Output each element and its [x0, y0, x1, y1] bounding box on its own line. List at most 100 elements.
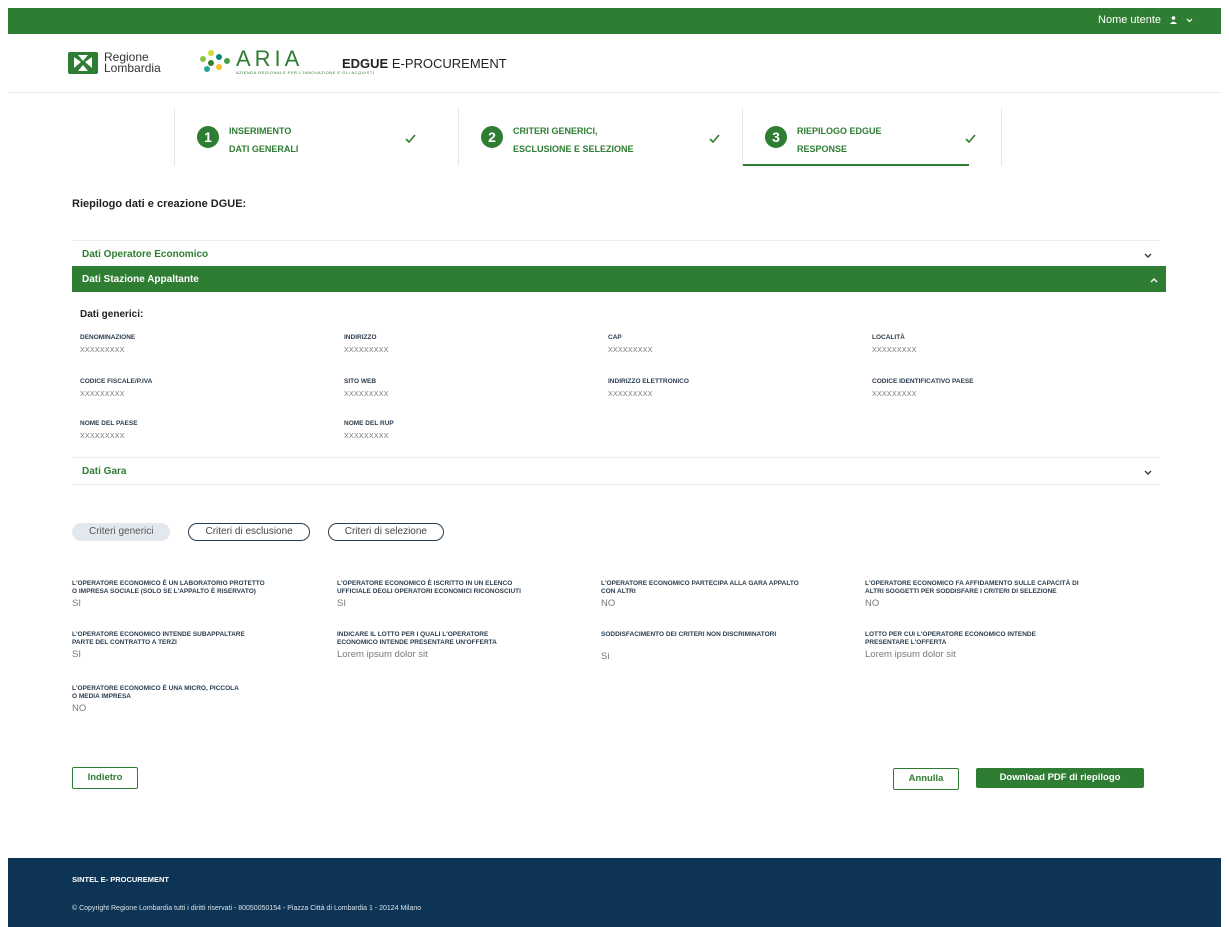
cancel-button[interactable]: Annulla — [893, 768, 959, 790]
footer-copyright: © Copyright Regione Lombardia tutti i di… — [72, 905, 422, 912]
criterion-value: Si — [601, 651, 610, 662]
back-button[interactable]: Indietro — [72, 767, 138, 789]
field-label: CODICE FISCALE/P.IVA — [80, 378, 153, 385]
chevron-down-icon — [1144, 250, 1152, 261]
criterion-label-line1: L'OPERATORE ECONOMICO È UN LABORATORIO P… — [72, 580, 265, 587]
field-label: SITO WEB — [344, 378, 377, 385]
criterion-label-line1: L'OPERATORE ECONOMICO È UNA MICRO, PICCO… — [72, 685, 239, 692]
criterion-item: L'OPERATORE ECONOMICO PARTECIPA ALLA GAR… — [601, 580, 841, 609]
accordion-dati-operatore[interactable]: Dati Operatore Economico — [72, 240, 1160, 268]
field-codice-fiscale: CODICE FISCALE/P.IVA XXXXXXXXX — [80, 378, 152, 398]
check-icon — [965, 130, 976, 148]
field-nome-paese: NOME DEL PAESE XXXXXXXXX — [80, 420, 138, 440]
criterion-label-line1: LOTTO PER CUI L'OPERATORE ECONOMICO INTE… — [865, 631, 1036, 638]
field-label: CODICE IDENTIFICATIVO PAESE — [872, 378, 974, 385]
page-title: Riepilogo dati e creazione DGUE: — [72, 198, 247, 210]
chevron-up-icon — [1150, 275, 1158, 286]
field-value: XXXXXXXXX — [872, 347, 917, 354]
field-codice-paese: CODICE IDENTIFICATIVO PAESE XXXXXXXXX — [872, 378, 974, 398]
criterion-label-line2: ALTRI SOGGETTI PER SODDISFARE I CRITERI … — [865, 588, 1057, 595]
criterion-label-line2: PARTE DEL CONTRATTO A TERZI — [72, 639, 177, 646]
accordion-title: Dati Gara — [82, 466, 127, 477]
chevron-down-icon — [1144, 467, 1152, 478]
footer: SINTEL E- PROCUREMENT © Copyright Region… — [8, 858, 1221, 927]
criterion-value: NO — [72, 703, 87, 714]
criterion-label-line1: L'OPERATORE ECONOMICO FA AFFIDAMENTO SUL… — [865, 580, 1079, 587]
criterion-item: L'OPERATORE ECONOMICO FA AFFIDAMENTO SUL… — [865, 580, 1135, 609]
app-title-rest: E-PROCUREMENT — [388, 56, 507, 71]
step-label-line2: DATI GENERALI — [229, 144, 299, 154]
criterion-value: NO — [865, 598, 880, 609]
accordion-dati-stazione[interactable]: Dati Stazione Appaltante — [72, 266, 1166, 292]
step-number: 1 — [197, 126, 219, 148]
criterion-item: L'OPERATORE ECONOMICO È UNA MICRO, PICCO… — [72, 685, 312, 714]
field-label: INDIRIZZO — [344, 334, 377, 341]
regione-lombardia-emblem-icon — [68, 52, 98, 74]
criterion-label-line2: PRESENTARE L'OFFERTA — [865, 639, 947, 646]
field-label: NOME DEL RUP — [344, 420, 394, 427]
field-sito-web: SITO WEB XXXXXXXXX — [344, 378, 389, 398]
step-3[interactable]: 3 RIEPILOGO EDGUE RESPONSE — [742, 108, 1002, 166]
field-denominazione: DENOMINAZIONE XXXXXXXXX — [80, 334, 135, 354]
field-value: XXXXXXXXX — [80, 433, 125, 440]
criterion-value: SI — [337, 598, 346, 609]
field-value: XXXXXXXXX — [344, 347, 389, 354]
step-2[interactable]: 2 CRITERI GENERICI, ESCLUSIONE E SELEZIO… — [458, 108, 742, 166]
step-label-line1: INSERIMENTO — [229, 126, 292, 136]
step-1[interactable]: 1 INSERIMENTO DATI GENERALI — [174, 108, 458, 166]
tab-criteri-esclusione[interactable]: Criteri di esclusione — [188, 523, 310, 541]
step-label-line1: CRITERI GENERICI, — [513, 126, 598, 136]
field-label: NOME DEL PAESE — [80, 420, 138, 427]
criterion-label-line1: L'OPERATORE ECONOMICO INTENDE SUBAPPALTA… — [72, 631, 245, 638]
download-pdf-button[interactable]: Download PDF di riepilogo — [976, 768, 1144, 788]
field-value: XXXXXXXXX — [80, 391, 125, 398]
criteria-tabs: Criteri generici Criteri di esclusione C… — [72, 523, 444, 541]
field-indirizzo: INDIRIZZO XXXXXXXXX — [344, 334, 389, 354]
panel-subtitle: Dati generici: — [80, 309, 144, 320]
criterion-item: LOTTO PER CUI L'OPERATORE ECONOMICO INTE… — [865, 631, 1105, 660]
field-label: CAP — [608, 334, 622, 341]
check-icon — [405, 130, 416, 148]
wizard-steps: 1 INSERIMENTO DATI GENERALI 2 CRITERI GE… — [174, 108, 1034, 166]
field-value: XXXXXXXXX — [608, 391, 653, 398]
active-step-underline — [743, 164, 969, 166]
logo-regione-line2: Lombardia — [104, 61, 161, 75]
tab-criteri-selezione[interactable]: Criteri di selezione — [327, 523, 444, 541]
accordion-title: Dati Stazione Appaltante — [82, 274, 199, 285]
accordion-title: Dati Operatore Economico — [82, 249, 209, 260]
criterion-item: INDICARE IL LOTTO PER I QUALI L'OPERATOR… — [337, 631, 577, 660]
footer-title: SINTEL E- PROCUREMENT — [72, 875, 169, 884]
field-value: XXXXXXXXX — [80, 347, 125, 354]
aria-dots-icon — [200, 48, 232, 74]
step-label-line2: ESCLUSIONE E SELEZIONE — [513, 144, 634, 154]
field-label: DENOMINAZIONE — [80, 334, 136, 341]
criterion-label-line1: L'OPERATORE ECONOMICO È ISCRITTO IN UN E… — [337, 580, 513, 587]
criterion-value: SI — [72, 598, 81, 609]
criterion-label-line2: O IMPRESA SOCIALE (SOLO SE L'APPALTO È R… — [72, 588, 256, 595]
field-value: XXXXXXXXX — [344, 391, 389, 398]
accordion-dati-gara[interactable]: Dati Gara — [72, 457, 1160, 485]
field-label: LOCALITÀ — [872, 334, 905, 341]
user-icon — [1169, 16, 1178, 24]
tab-criteri-generici[interactable]: Criteri generici — [72, 523, 171, 541]
app-title: EDGUE E-PROCUREMENT — [342, 56, 507, 71]
criterion-label-line2: UFFICIALE DEGLI OPERATORI ECONOMICI RICO… — [337, 588, 521, 595]
field-indirizzo-elettronico: INDIRIZZO ELETTRONICO XXXXXXXXX — [608, 378, 689, 398]
criterion-label-line1: L'OPERATORE ECONOMICO PARTECIPA ALLA GAR… — [601, 580, 799, 587]
user-menu[interactable]: Nome utente — [1098, 14, 1193, 26]
check-icon — [709, 130, 720, 148]
criterion-label-line1: INDICARE IL LOTTO PER I QUALI L'OPERATOR… — [337, 631, 489, 638]
criterion-item: L'OPERATORE ECONOMICO È UN LABORATORIO P… — [72, 580, 312, 609]
step-number: 2 — [481, 126, 503, 148]
field-label: INDIRIZZO ELETTRONICO — [608, 378, 689, 385]
user-name: Nome utente — [1098, 14, 1161, 26]
field-value: XXXXXXXXX — [344, 433, 389, 440]
field-cap: CAP XXXXXXXXX — [608, 334, 653, 354]
criterion-item: SODDISFACIMENTO DEI CRITERI NON DISCRIMI… — [601, 631, 841, 662]
step-label-line2: RESPONSE — [797, 144, 848, 154]
field-nome-rup: NOME DEL RUP XXXXXXXXX — [344, 420, 394, 440]
regione-lombardia-logo[interactable]: Regione Lombardia — [68, 51, 161, 75]
field-value: XXXXXXXXX — [872, 391, 917, 398]
top-bar: Nome utente — [8, 8, 1221, 34]
criterion-value: NO — [601, 598, 616, 609]
